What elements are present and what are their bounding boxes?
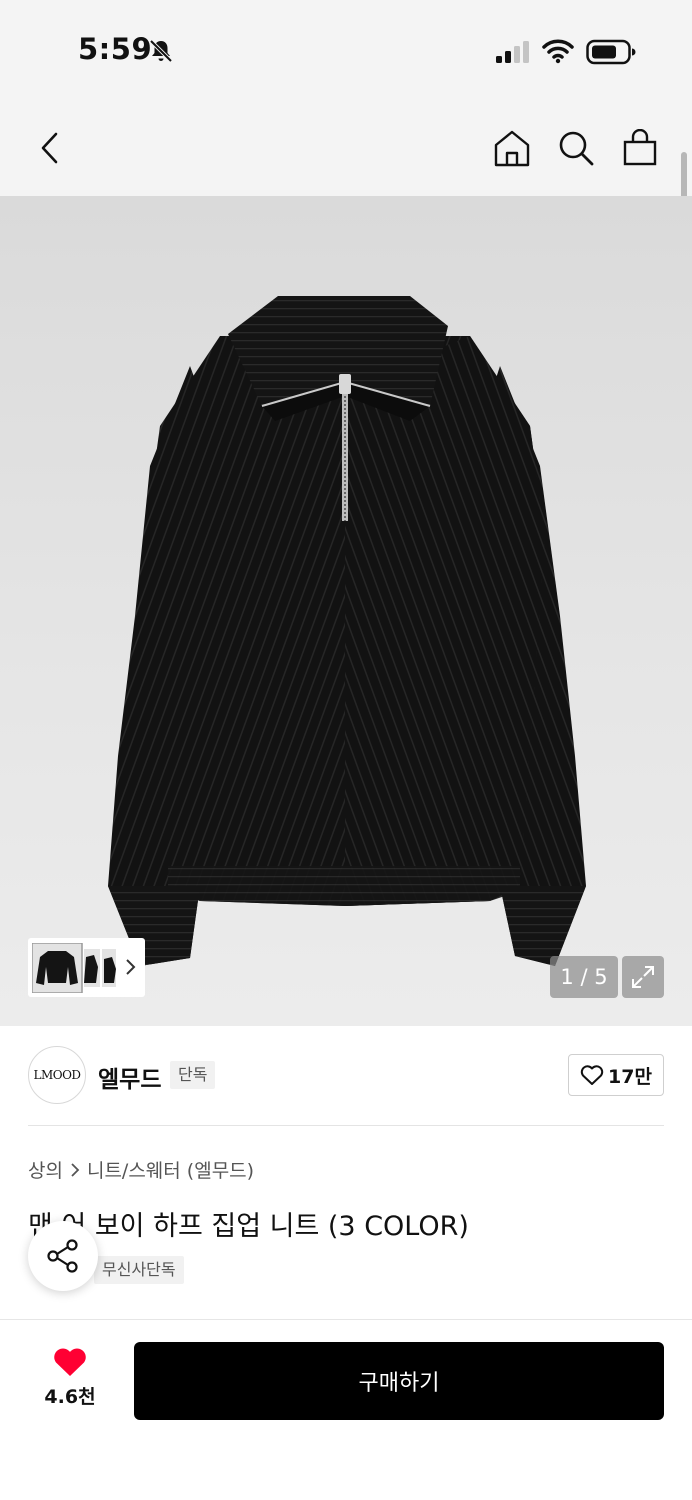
- signal-icon: [496, 41, 529, 63]
- brand-like-button[interactable]: 17만: [568, 1054, 664, 1096]
- bottom-action-bar: 4.6천 구매하기: [0, 1319, 692, 1500]
- brand-logo[interactable]: LMOOD: [28, 1046, 86, 1104]
- search-button[interactable]: [556, 128, 596, 168]
- status-bar: 5:59: [0, 0, 692, 100]
- share-icon: [47, 1239, 78, 1273]
- battery-icon: [586, 39, 636, 65]
- chevron-right-icon: [71, 1162, 80, 1177]
- thumbnail-strip-button[interactable]: [28, 938, 145, 997]
- buy-button[interactable]: 구매하기: [134, 1342, 664, 1420]
- expand-button[interactable]: [622, 956, 664, 998]
- wifi-icon: [542, 39, 574, 64]
- search-icon: [559, 131, 594, 166]
- nav-bar: [0, 100, 692, 196]
- shopping-bag-icon: [623, 129, 657, 166]
- breadcrumb-item[interactable]: 상의: [28, 1156, 63, 1183]
- heart-filled-icon: [54, 1348, 86, 1376]
- breadcrumb: 상의 니트/스웨터 (엘무드): [28, 1156, 254, 1183]
- shopping-bag-button[interactable]: [620, 128, 660, 168]
- chevron-left-icon: [41, 132, 58, 164]
- breadcrumb-item[interactable]: 니트/스웨터 (엘무드): [87, 1156, 254, 1183]
- brand-like-count: 17만: [608, 1065, 652, 1088]
- divider: [28, 1125, 664, 1126]
- product-image-sweater: [108, 296, 586, 966]
- brand-logo-text: LMOOD: [33, 1068, 81, 1082]
- product-image-gallery[interactable]: 1 / 5: [0, 196, 692, 1026]
- thumbnail-images: [32, 942, 116, 993]
- wishlist-count: 4.6천: [44, 1386, 96, 1408]
- brand-name[interactable]: 엘무드: [98, 1060, 161, 1094]
- home-icon: [494, 130, 530, 167]
- brand-exclusive-badge: 단독: [170, 1061, 216, 1089]
- back-button[interactable]: [30, 128, 70, 168]
- chevron-right-icon: [126, 959, 136, 975]
- image-counter: 1 / 5: [550, 956, 618, 998]
- heart-outline-icon: [580, 1065, 604, 1085]
- bell-slash-icon: [149, 39, 173, 63]
- home-button[interactable]: [492, 128, 532, 168]
- share-button[interactable]: [28, 1221, 98, 1291]
- status-time: 5:59: [78, 32, 153, 66]
- product-title: 맨 어 보이 하프 집업 니트 (3 COLOR): [28, 1211, 469, 1242]
- wishlist-button[interactable]: 4.6천: [30, 1346, 110, 1416]
- expand-icon: [632, 966, 654, 988]
- musinsa-exclusive-badge: 무신사단독: [94, 1256, 184, 1284]
